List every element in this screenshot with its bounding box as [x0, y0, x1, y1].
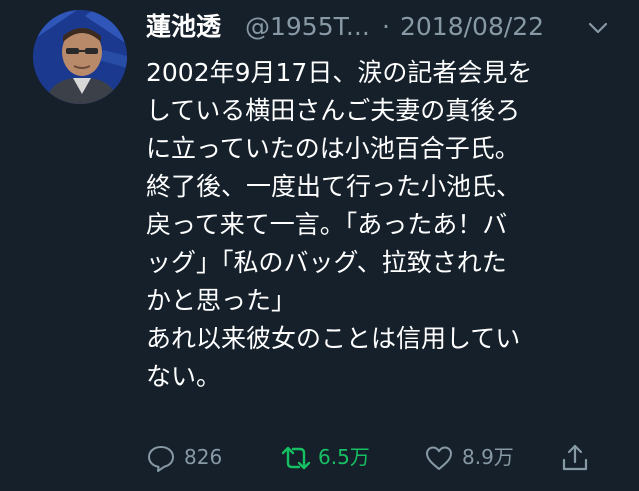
- reply-icon: [148, 446, 174, 472]
- tweet-card[interactable]: 蓮池透 @1955T... · 2018/08/22 2002年9月17日、涙の…: [0, 0, 639, 491]
- tweet-text: 2002年9月17日、涙の記者会見を している横田さんご夫妻の真後ろ に立ってい…: [146, 54, 626, 396]
- tweet-header: 蓮池透 @1955T... · 2018/08/22: [146, 8, 626, 48]
- like-count: 8.9万: [462, 445, 514, 469]
- tweet-text-line: 戻って来て一言。「あったあ！バ: [146, 210, 508, 239]
- avatar-image: [33, 10, 127, 104]
- tweet-text-line: ない。: [146, 362, 222, 391]
- retweet-icon: [281, 446, 311, 470]
- tweet-text-line: に立っていたのは小池百合子氏。: [146, 134, 520, 163]
- heart-icon: [426, 446, 452, 470]
- tweet-text-line: かと思った」: [146, 286, 297, 315]
- action-bar: 826 6.5万 8.9万: [146, 438, 606, 478]
- display-name[interactable]: 蓮池透: [146, 12, 221, 42]
- retweet-button[interactable]: 6.5万: [280, 438, 390, 478]
- separator-dot: ·: [382, 12, 390, 41]
- tweet-text-line: 2002年9月17日、涙の記者会見を: [146, 58, 533, 87]
- tweet-date[interactable]: 2018/08/22: [400, 12, 544, 42]
- user-handle[interactable]: @1955T...: [245, 12, 370, 42]
- reply-button[interactable]: 826: [146, 438, 246, 478]
- chevron-down-icon[interactable]: [586, 16, 610, 40]
- tweet-text-line: 終了後、一度出て行った小池氏、: [146, 172, 522, 201]
- reply-count: 826: [184, 445, 223, 469]
- tweet-text-line: ッグ」「私のバッグ、拉致された: [146, 248, 507, 277]
- like-button[interactable]: 8.9万: [424, 438, 534, 478]
- retweet-count: 6.5万: [318, 445, 370, 469]
- share-button[interactable]: [560, 438, 600, 478]
- tweet-text-line: している横田さんご夫妻の真後ろ: [146, 96, 521, 125]
- avatar[interactable]: [33, 10, 127, 104]
- tweet-text-line: あれ以来彼女のことは信用してい: [146, 324, 521, 353]
- share-icon: [562, 444, 588, 471]
